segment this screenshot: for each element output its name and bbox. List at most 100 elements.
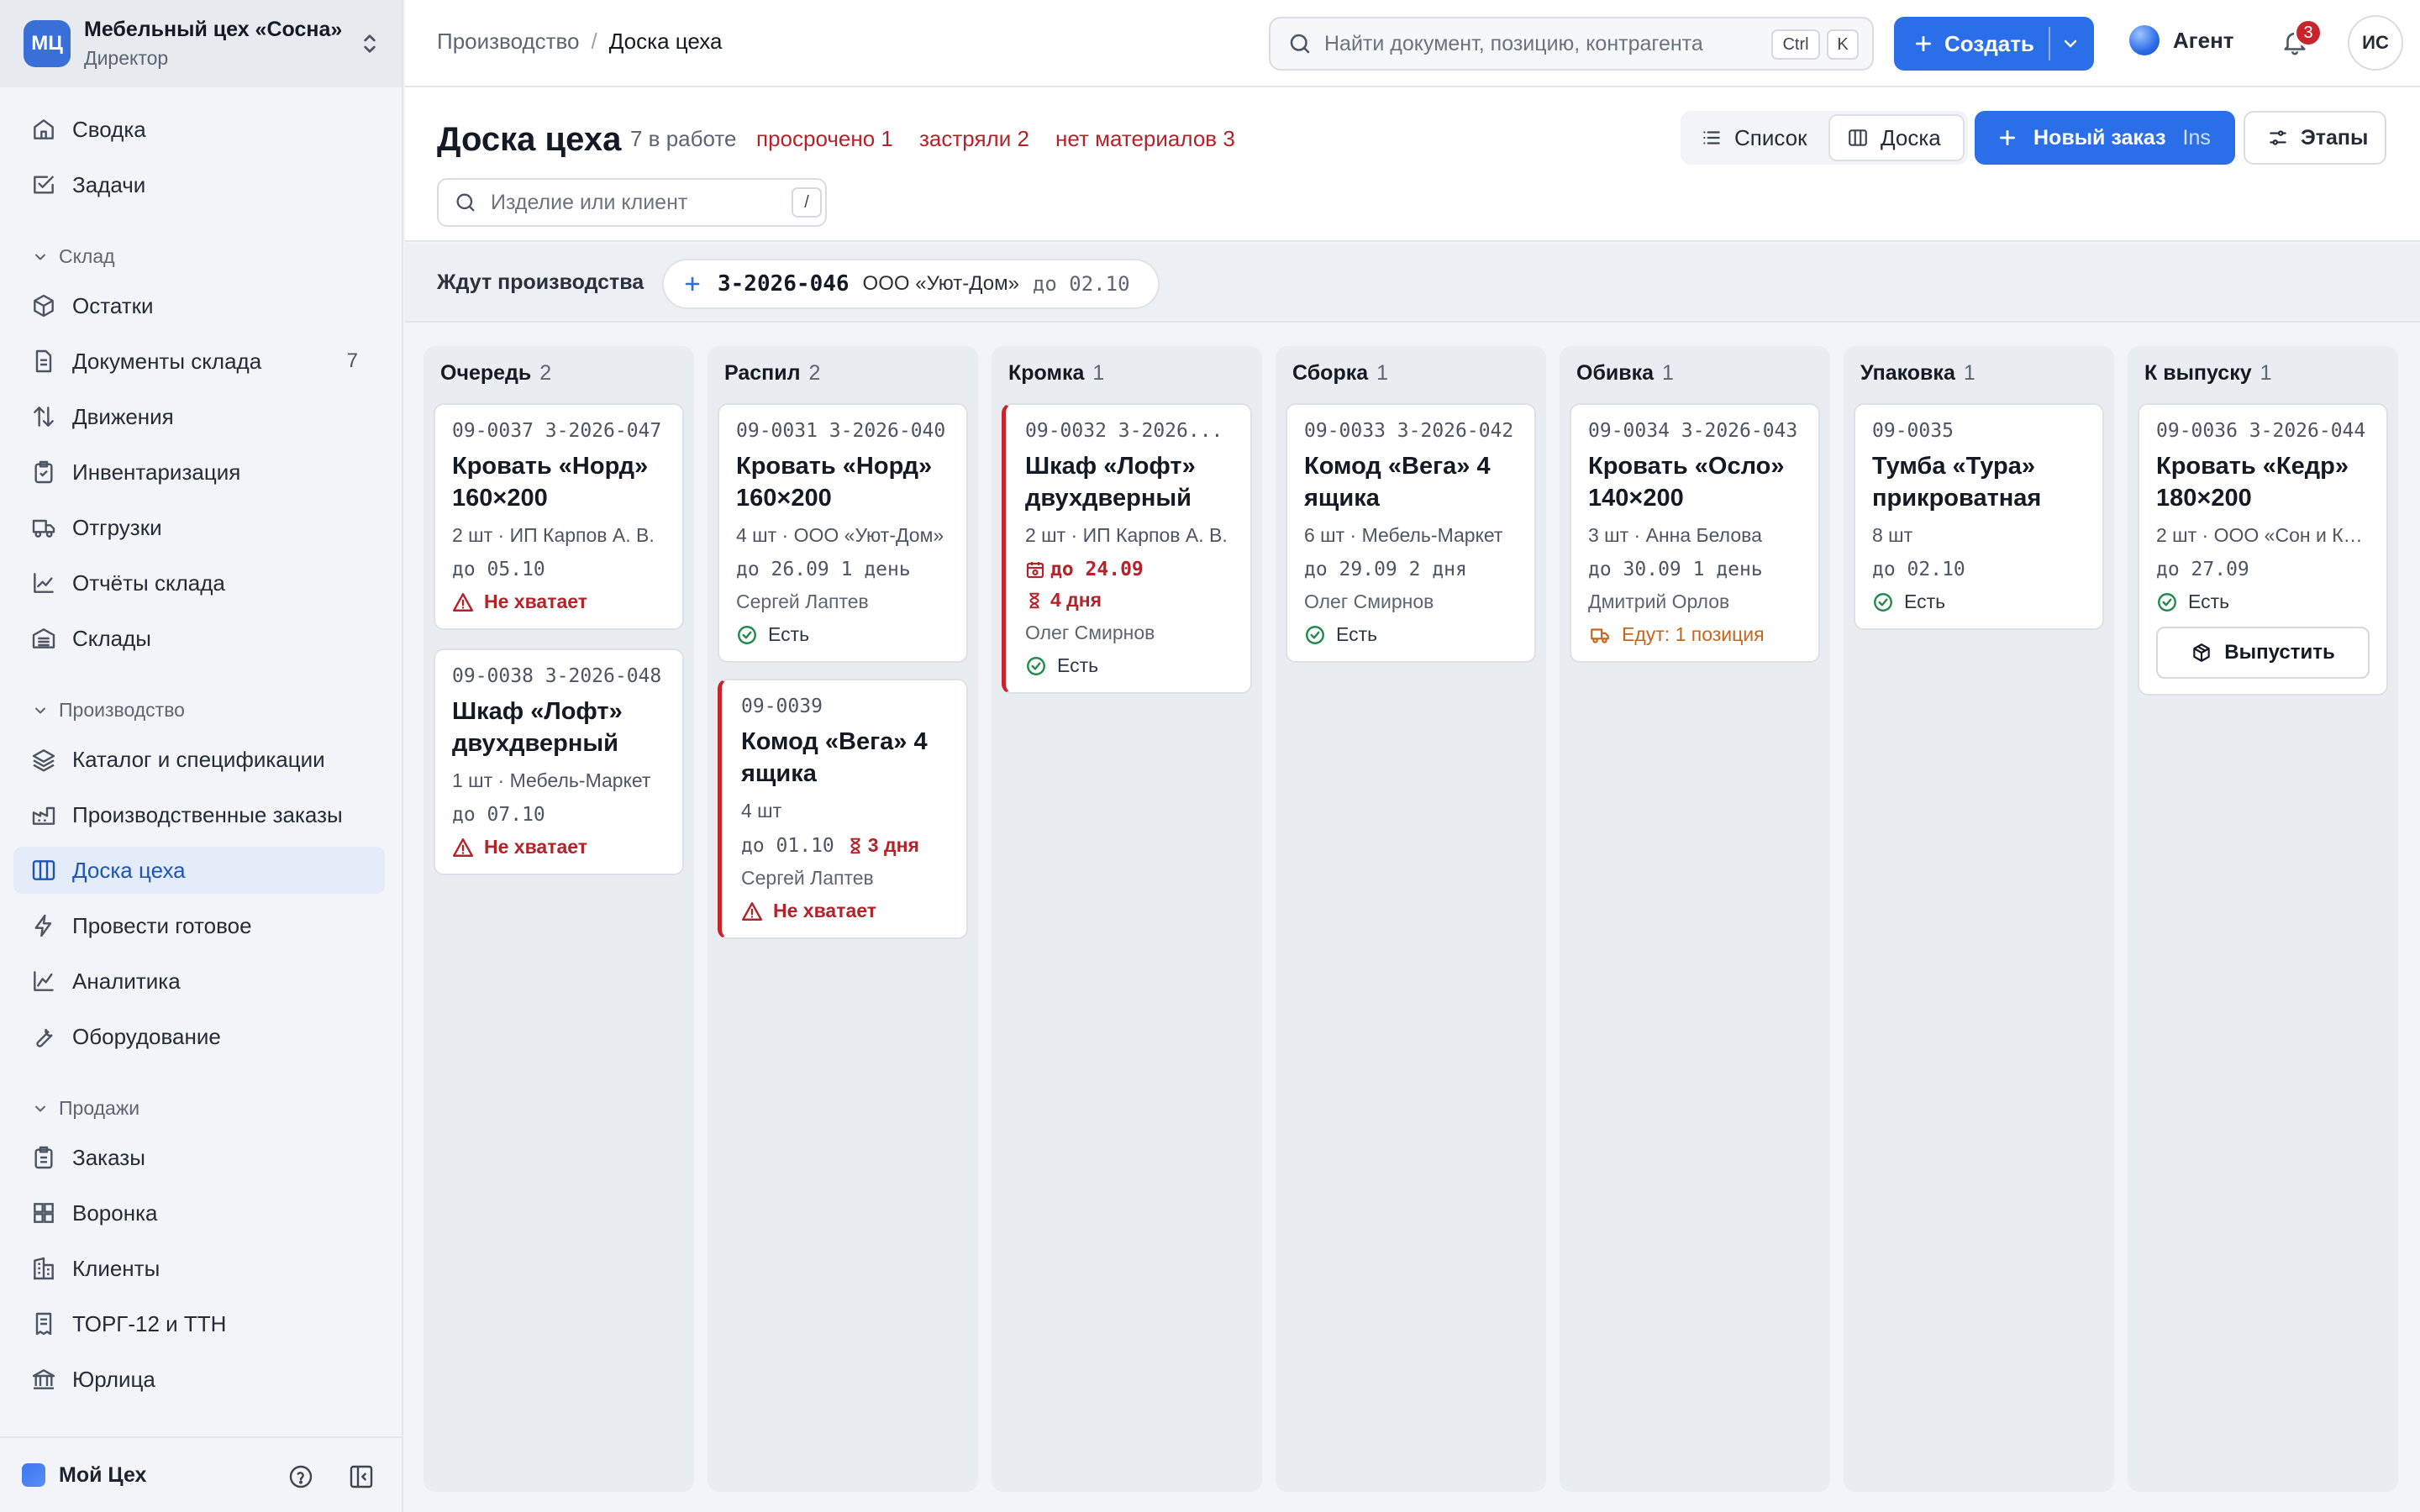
sidebar-item-torg12[interactable]: ТОРГ-12 и ТТН <box>13 1300 385 1347</box>
agent-label: Агент <box>2173 27 2234 53</box>
card-assignee: Сергей Лаптев <box>741 867 874 889</box>
section-production-toggle[interactable]: Производство <box>32 699 185 722</box>
column-header: К выпуску 1 <box>2144 361 2272 386</box>
calendar-alert-icon <box>1026 562 1044 579</box>
order-card[interactable]: 09-0039 Комод «Вега» 4 ящика 4 шт до 01.… <box>718 679 968 939</box>
chevron-updown-icon[interactable] <box>356 30 383 57</box>
order-card[interactable]: 09-0032 З-2026... Шкаф «Лофт» двухдверны… <box>1002 403 1252 694</box>
card-material-status: Есть <box>1872 591 2086 613</box>
user-avatar[interactable]: ИС <box>2348 15 2403 71</box>
card-late-days: 3 дня <box>867 834 919 856</box>
chevron-down-icon[interactable] <box>2060 34 2081 54</box>
card-overdue-row: до 24.09 <box>1025 559 1234 580</box>
stat-overdue[interactable]: просрочено 1 <box>756 126 893 152</box>
kanban-icon <box>1849 129 1867 146</box>
sidebar-item-warehouse-docs[interactable]: Документы склада 7 <box>13 338 385 385</box>
stat-stuck[interactable]: застряли 2 <box>919 126 1029 152</box>
board-column-edging: Кромка 1 09-0032 З-2026... Шкаф «Лофт» дв… <box>992 346 1262 1492</box>
agent-button[interactable]: Агент <box>2129 25 2234 55</box>
sidebar-collapse-icon[interactable] <box>348 1463 375 1490</box>
sidebar-item-warehouses[interactable]: Склады <box>13 615 385 662</box>
order-card[interactable]: 09-0035 Тумба «Тура» прикроватная 8 шт д… <box>1854 403 2104 630</box>
sidebar-item-catalog[interactable]: Каталог и спецификации <box>13 736 385 783</box>
sidebar-item-inventory[interactable]: Инвентаризация <box>13 449 385 496</box>
card-meta: 2 шт · ИП Карпов А. В. <box>1025 524 1228 546</box>
view-list-button[interactable]: Список <box>1684 114 1825 161</box>
card-title: Комод «Вега» 4 ящика <box>1304 453 1491 512</box>
create-button[interactable]: Создать <box>1894 17 2094 71</box>
stages-button[interactable]: Этапы <box>2244 111 2386 165</box>
layers-icon <box>32 749 55 772</box>
card-meta: 2 шт · ООО «Сон и Комфорт» <box>2156 524 2370 546</box>
global-search-input[interactable]: Найти документ, позицию, контрагента Ctr… <box>1269 17 1874 71</box>
order-card[interactable]: 09-0036 З-2026-044 Кровать «Кедр» 180×20… <box>2138 403 2388 696</box>
card-material-status: Едут: 1 позиция <box>1588 623 1802 646</box>
sidebar-item-label: Склады <box>72 625 151 651</box>
release-button[interactable]: Выпустить <box>2156 627 2370 679</box>
sidebar-item-legal-entities[interactable]: Юрлица <box>13 1356 385 1403</box>
workspace-name[interactable]: Мой Цех <box>59 1463 146 1488</box>
breadcrumb-separator: / <box>591 29 597 54</box>
new-order-button[interactable]: Новый заказ Ins <box>1975 111 2235 165</box>
building-icon <box>34 1257 54 1280</box>
order-card[interactable]: 09-0033 З-2026-042 Комод «Вега» 4 ящика … <box>1286 403 1536 663</box>
sidebar-item-tasks[interactable]: Задачи <box>13 161 385 208</box>
order-card[interactable]: 09-0038 З-2026-048 Шкаф «Лофт» двухдверн… <box>434 648 684 875</box>
sidebar-item-label: Задачи <box>72 171 146 197</box>
section-title: Продажи <box>59 1097 140 1119</box>
search-icon <box>456 193 475 212</box>
order-card[interactable]: 09-0031 З-2026-040 Кровать «Норд» 160×20… <box>718 403 968 663</box>
sliders-icon <box>2270 130 2286 145</box>
sidebar-item-orders[interactable]: Заказы <box>13 1134 385 1181</box>
sidebar-item-clients[interactable]: Клиенты <box>13 1245 385 1292</box>
check-circle-icon <box>1874 592 1892 612</box>
truck-icon <box>1591 627 1609 643</box>
column-header: Очередь 2 <box>440 361 551 386</box>
card-title: Кровать «Норд» 160×200 <box>736 453 933 512</box>
card-due: до 27.09 <box>2156 559 2249 580</box>
sidebar-item-post-finished[interactable]: Провести готовое <box>13 902 385 949</box>
sidebar-item-label: Оборудование <box>72 1023 221 1049</box>
org-switcher[interactable]: МЦ Мебельный цех «Сосна» Директор <box>0 0 402 87</box>
sidebar-item-warehouse-reports[interactable]: Отчёты склада <box>13 559 385 606</box>
section-title: Производство <box>59 699 185 721</box>
column-count: 2 <box>808 361 821 385</box>
help-icon[interactable] <box>287 1463 314 1490</box>
waiting-order-chip[interactable]: З-2026-046 ООО «Уют-Дом» до 02.10 <box>662 259 1160 309</box>
warning-triangle-icon <box>452 592 474 612</box>
board-filter-input[interactable]: Изделие или клиент / <box>437 178 827 227</box>
sidebar-item-stock[interactable]: Остатки <box>13 282 385 329</box>
view-list-label: Список <box>1734 124 1807 150</box>
sidebar-item-equipment[interactable]: Оборудование <box>13 1013 385 1060</box>
create-label: Создать <box>1944 30 2034 56</box>
sidebar-item-production-orders[interactable]: Производственные заказы <box>13 791 385 838</box>
sidebar-item-analytics[interactable]: Аналитика <box>13 958 385 1005</box>
view-board-button[interactable]: Доска <box>1828 114 1965 161</box>
sidebar-item-movements[interactable]: Движения <box>13 393 385 440</box>
sidebar-item-shop-board[interactable]: Доска цеха <box>13 847 385 894</box>
search-placeholder: Найти документ, позицию, контрагента <box>1324 31 1703 55</box>
card-due: до 01.10 <box>741 834 834 857</box>
workspace-icon <box>22 1463 45 1487</box>
home-icon <box>34 119 54 139</box>
bank-icon <box>32 1369 55 1389</box>
lightning-icon <box>34 914 52 937</box>
order-card[interactable]: 09-0037 З-2026-047 Кровать «Норд» 160×20… <box>434 403 684 630</box>
sidebar-item-summary[interactable]: Сводка <box>13 106 385 153</box>
hourglass-icon <box>850 837 860 853</box>
waiting-order-client: ООО «Уют-Дом» <box>862 272 1019 295</box>
clipboard-icon <box>34 460 53 484</box>
breadcrumb-production[interactable]: Производство <box>437 29 580 55</box>
hourglass-icon <box>1029 592 1039 608</box>
section-warehouse-toggle[interactable]: Склад <box>32 245 115 268</box>
sidebar-item-funnel[interactable]: Воронка <box>13 1189 385 1236</box>
stat-no-materials[interactable]: нет материалов 3 <box>1055 126 1235 152</box>
card-due: до 29.09 2 дня <box>1304 559 1467 580</box>
order-card[interactable]: 09-0034 З-2026-043 Кровать «Осло» 140×20… <box>1570 403 1820 663</box>
section-sales-toggle[interactable]: Продажи <box>32 1097 139 1120</box>
card-meta: 4 шт <box>741 800 782 822</box>
sidebar-item-label: Воронка <box>72 1200 158 1226</box>
sidebar-item-shipments[interactable]: Отгрузки <box>13 504 385 551</box>
card-due: до 26.09 1 день <box>736 559 911 580</box>
column-count: 1 <box>2260 361 2272 385</box>
